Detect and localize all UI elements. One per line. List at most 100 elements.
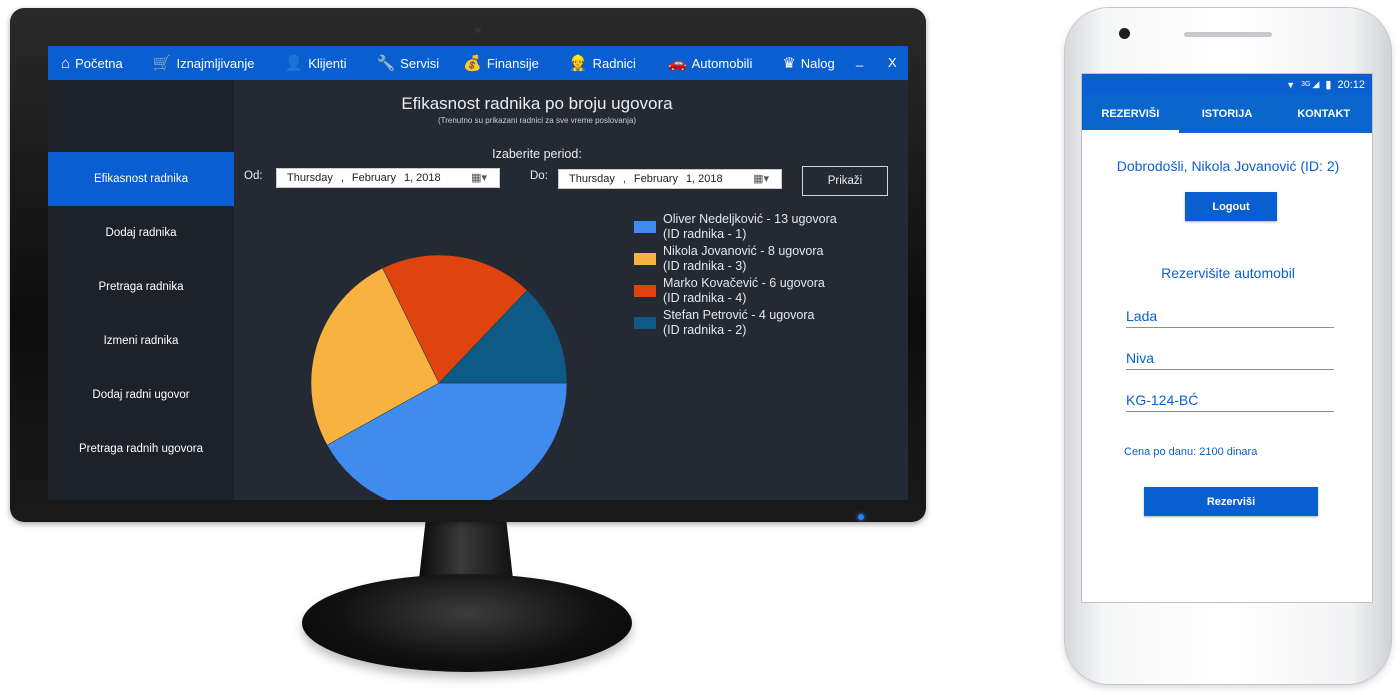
crown-icon: ♛ [782, 55, 796, 72]
from-weekday: Thursday [287, 172, 333, 184]
tab-label: REZERVIŠI [1101, 108, 1160, 120]
show-button[interactable]: Prikaži [802, 166, 888, 196]
license-plate-field[interactable]: KG-124-BĆ [1126, 392, 1334, 412]
nav-cars[interactable]: 🚗 Automobili [663, 46, 757, 80]
battery-icon: ▮ [1325, 79, 1332, 91]
worker-icon: 👷 [568, 55, 588, 72]
minimize-button[interactable]: _ [856, 52, 863, 67]
legend-sub: (ID radnika - 1) [663, 227, 747, 241]
sidebar-item-label: Efikasnost radnika [94, 173, 188, 185]
legend-text: Nikola Jovanović - 8 ugovora (ID radnika … [663, 244, 863, 274]
sidebar-item-label: Pretraga radnika [98, 281, 184, 293]
sidebar-item-label: Dodaj radni ugovor [92, 389, 190, 401]
network-label: 3G [1301, 81, 1311, 88]
monitor-bezel: ⌂ Početna 🛒 Iznajmljivanje 👤 Klijenti 🔧 Serv… [10, 8, 926, 522]
wifi-icon: ▼ [1286, 79, 1296, 90]
to-label: Do: [530, 170, 548, 182]
nav-label: Klijenti [308, 55, 347, 71]
to-weekday: Thursday [569, 173, 615, 185]
reserve-heading: Rezervišite automobil [1161, 265, 1295, 281]
power-led [858, 514, 864, 520]
sidebar: Efikasnost radnika Dodaj radnika Pretrag… [48, 80, 234, 500]
home-icon: ⌂ [61, 54, 71, 72]
sidebar-item-add-contract[interactable]: Dodaj radni ugovor [48, 368, 234, 422]
monitor-camera [475, 27, 481, 33]
tab-label: KONTAKT [1297, 108, 1351, 120]
nav-label: Automobili [691, 55, 753, 71]
front-camera [1119, 28, 1130, 39]
nav-clients[interactable]: 👤 Klijenti [280, 46, 352, 80]
nav-rental[interactable]: 🛒 Iznajmljivanje [148, 46, 260, 80]
sidebar-item-search-contracts[interactable]: Pretraga radnih ugovora [48, 422, 234, 476]
tab-reserve[interactable]: REZERVIŠI [1082, 95, 1179, 133]
car-make-field[interactable]: Lada [1126, 308, 1334, 328]
sidebar-item-edit-worker[interactable]: Izmeni radnika [48, 314, 234, 368]
user-icon: 👤 [284, 55, 304, 72]
sidebar-item-label: Izmeni radnika [103, 335, 179, 347]
logout-button[interactable]: Logout [1185, 192, 1277, 221]
status-bar: ▼ 3G ◢ ▮ 20:12 [1082, 74, 1372, 95]
nav-label: Nalog [800, 55, 835, 71]
from-date-picker[interactable]: Thursday , February 1, 2018 ▦▾ [276, 168, 500, 188]
legend-label: Marko Kovačević - 6 ugovora [663, 276, 825, 290]
nav-label: Finansije [486, 55, 539, 71]
legend-swatch [634, 317, 656, 329]
from-separator: , [340, 172, 344, 184]
legend-sub: (ID radnika - 3) [663, 259, 747, 273]
sidebar-item-label: Dodaj radnika [105, 227, 177, 239]
nav-label: Iznajmljivanje [176, 55, 255, 71]
calendar-dropdown-icon[interactable]: ▦▾ [471, 171, 487, 184]
desktop-app-window: ⌂ Početna 🛒 Iznajmljivanje 👤 Klijenti 🔧 Serv… [48, 46, 908, 500]
nav-account[interactable]: ♛ Nalog [777, 46, 839, 80]
period-label: Izaberite period: [492, 147, 582, 161]
nav-label: Radnici [592, 55, 636, 71]
nav-label: Servisi [400, 55, 440, 71]
welcome-text: Dobrodošli, Nikola Jovanović (ID: 2) [1116, 158, 1340, 174]
money-bag-icon: 💰 [463, 55, 482, 72]
tab-bar: REZERVIŠI ISTORIJA KONTAKT [1082, 95, 1372, 133]
main-content: Efikasnost radnika po broju ugovora (Tre… [234, 80, 908, 500]
nav-label: Početna [75, 55, 123, 71]
sidebar-item-label: Pretraga radnih ugovora [78, 443, 204, 455]
sidebar-item-search-worker[interactable]: Pretraga radnika [48, 260, 234, 314]
car-icon: 🚗 [667, 55, 687, 72]
legend-text: Marko Kovačević - 6 ugovora (ID radnika -… [663, 276, 863, 306]
mobile-app-screen: ▼ 3G ◢ ▮ 20:12 REZERVIŠI ISTORIJA KONTAK… [1081, 73, 1373, 603]
monitor-stand-base [302, 574, 632, 672]
sidebar-item-efficiency[interactable]: Efikasnost radnika [48, 152, 234, 206]
reserve-button[interactable]: Rezerviši [1144, 487, 1318, 516]
legend-swatch [634, 285, 656, 297]
tab-history[interactable]: ISTORIJA [1179, 95, 1276, 133]
legend-text: Stefan Petrović - 4 ugovora (ID radnika -… [663, 308, 863, 338]
nav-home[interactable]: ⌂ Početna [56, 46, 128, 80]
tab-contact[interactable]: KONTAKT [1275, 95, 1372, 133]
cart-icon: 🛒 [152, 55, 172, 72]
from-day-year: 1, 2018 [403, 172, 441, 184]
top-navigation: ⌂ Početna 🛒 Iznajmljivanje 👤 Klijenti 🔧 Serv… [48, 46, 908, 80]
legend-text: Oliver Nedeljković - 13 ugovora (ID radni… [663, 212, 863, 242]
car-model-field[interactable]: Niva [1126, 350, 1334, 370]
nav-services[interactable]: 🔧 Servisi [371, 46, 444, 80]
tab-label: ISTORIJA [1201, 108, 1253, 120]
close-button[interactable]: X [888, 55, 897, 70]
legend-label: Stefan Petrović - 4 ugovora [663, 308, 815, 322]
from-label: Od: [244, 170, 263, 182]
legend-label: Oliver Nedeljković - 13 ugovora [663, 212, 837, 226]
legend-sub: (ID radnika - 4) [663, 291, 747, 305]
nav-workers[interactable]: 👷 Radnici [564, 46, 641, 80]
sidebar-item-add-worker[interactable]: Dodaj radnika [48, 206, 234, 260]
from-month: February [351, 172, 396, 184]
to-date-picker[interactable]: Thursday , February 1, 2018 ▦▾ [558, 169, 782, 189]
calendar-dropdown-icon[interactable]: ▦▾ [753, 172, 769, 185]
nav-finance[interactable]: 💰 Finansije [458, 46, 544, 80]
wrench-icon: 🔧 [376, 55, 396, 72]
legend-swatch [634, 221, 656, 233]
signal-icon: ◢ [1312, 79, 1320, 89]
price-per-day: Cena po danu: 2100 dinara [1124, 446, 1258, 458]
legend-swatch [634, 253, 656, 265]
page-subtitle: (Trenutno su prikazani radnici za sve vr… [437, 116, 636, 125]
to-month: February [633, 173, 678, 185]
to-separator: , [622, 173, 626, 185]
phone-device: ▼ 3G ◢ ▮ 20:12 REZERVIŠI ISTORIJA KONTAK… [1065, 8, 1391, 684]
phone-speaker [1184, 32, 1272, 37]
